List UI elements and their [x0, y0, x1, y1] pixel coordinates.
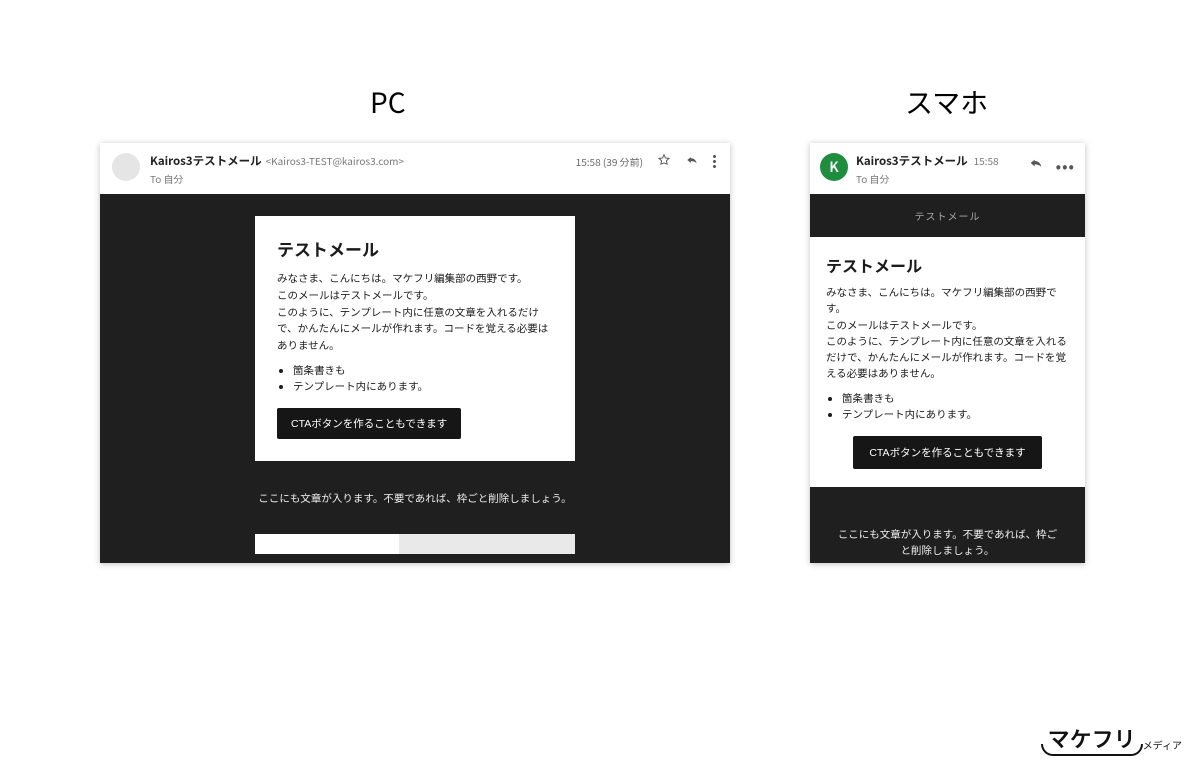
more-icon[interactable]	[713, 155, 716, 168]
pc-mail-body: テストメール みなさま、こんにちは。マケフリ編集部の西野です。 このメールはテス…	[100, 194, 730, 563]
footer-text: ここにも文章が入ります。不要であれば、枠ごと削除しましょう。	[810, 487, 1085, 563]
mail-title: テストメール	[277, 236, 553, 261]
banner-title: テストメール	[810, 194, 1085, 237]
content-card: テストメール みなさま、こんにちは。マケフリ編集部の西野です。 このメールはテス…	[810, 237, 1085, 487]
paragraph: みなさま、こんにちは。マケフリ編集部の西野です。	[277, 271, 553, 288]
cta-button[interactable]: CTAボタンを作ることもできます	[277, 408, 461, 439]
footer-text: ここにも文章が入ります。不要であれば、枠ごと削除しましょう。	[255, 491, 575, 508]
reply-icon[interactable]	[1028, 155, 1044, 175]
from-address: <Kairos3-TEST@kairos3.com>	[266, 153, 404, 168]
received-time: 15:58	[974, 153, 999, 168]
to-line: To 自分	[856, 171, 1028, 186]
sp-mail-header: K Kairos3テストメール 15:58 To 自分 •••	[810, 143, 1085, 194]
list-item: テンプレート内にあります。	[293, 379, 553, 394]
list-item: 箇条書きも	[293, 363, 553, 378]
list-item: テンプレート内にあります。	[842, 407, 1069, 422]
cta-button[interactable]: CTAボタンを作ることもできます	[853, 436, 1041, 469]
mail-title: テストメール	[826, 253, 1069, 277]
watermark-main: マケフリ	[1045, 722, 1139, 754]
watermark-sub: メディア	[1143, 737, 1182, 752]
secondary-card-peek	[255, 534, 575, 554]
more-icon[interactable]: •••	[1056, 153, 1075, 177]
content-card: テストメール みなさま、こんにちは。マケフリ編集部の西野です。 このメールはテス…	[255, 216, 575, 461]
avatar: K	[820, 153, 848, 181]
heading-pc: PC	[370, 82, 406, 122]
from-name: Kairos3テストメール	[150, 153, 262, 169]
to-line: To 自分	[150, 171, 576, 186]
paragraph: このように、テンプレート内に任意の文章を入れるだけで、かんたんにメールが作れます…	[277, 305, 553, 355]
paragraph: このメールはテストメールです。	[277, 288, 553, 305]
heading-sp: スマホ	[905, 82, 988, 122]
avatar	[112, 153, 140, 181]
from-name: Kairos3テストメール	[856, 153, 968, 169]
pc-preview-card: Kairos3テストメール <Kairos3-TEST@kairos3.com>…	[100, 143, 730, 563]
watermark-logo: マケフリ メディア	[1045, 722, 1182, 754]
sp-preview-card: K Kairos3テストメール 15:58 To 自分 ••• テストメール テ…	[810, 143, 1085, 563]
paragraph: このメールはテストメールです。	[826, 318, 1069, 334]
list-item: 箇条書きも	[842, 391, 1069, 406]
paragraph: みなさま、こんにちは。マケフリ編集部の西野です。	[826, 285, 1069, 318]
pc-mail-header: Kairos3テストメール <Kairos3-TEST@kairos3.com>…	[100, 143, 730, 194]
star-icon[interactable]	[657, 153, 671, 170]
reply-icon[interactable]	[685, 153, 699, 170]
received-time: 15:58 (39 分前)	[576, 154, 643, 169]
paragraph: このように、テンプレート内に任意の文章を入れるだけで、かんたんにメールが作れます…	[826, 334, 1069, 383]
